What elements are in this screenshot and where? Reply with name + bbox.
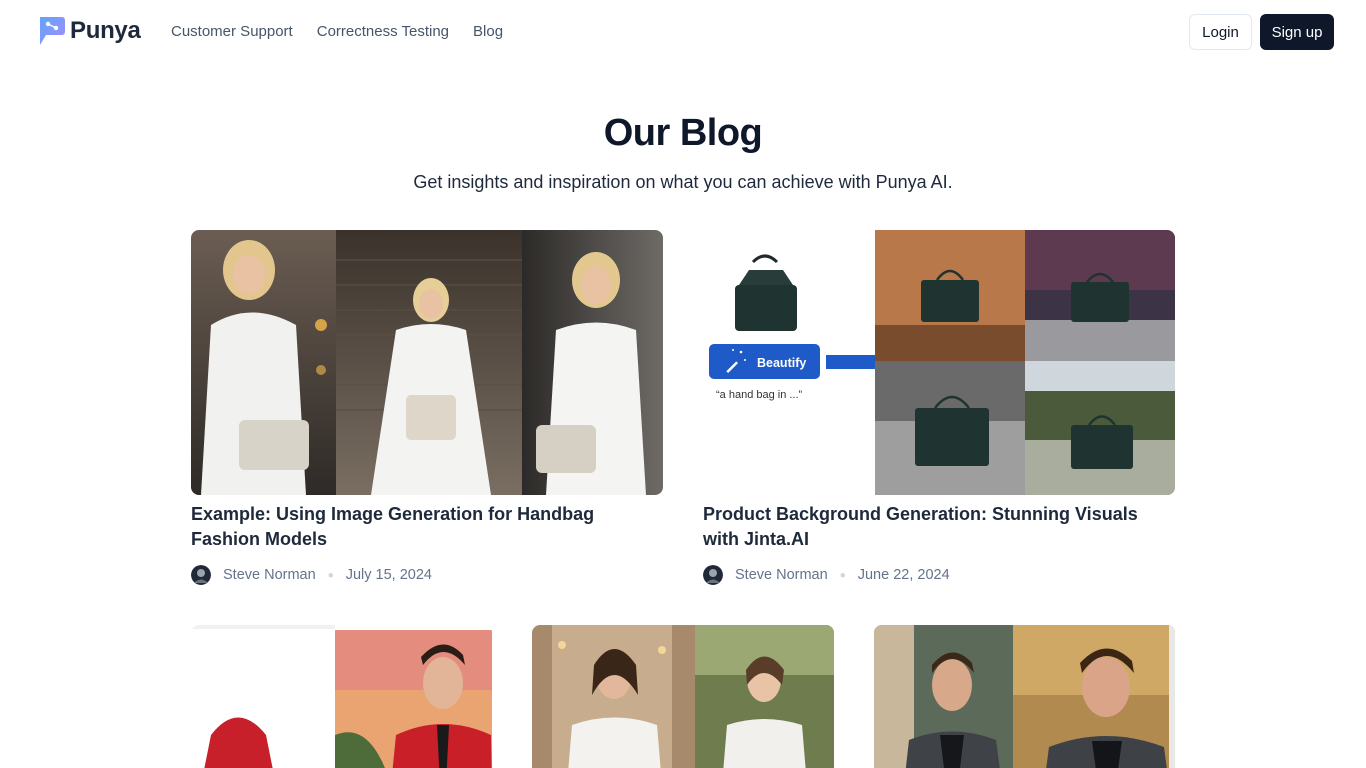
blog-post-card[interactable]: Beautify “a hand bag in ...” Product Bac… [703,230,1175,590]
main-nav: Customer Support Correctness Testing Blo… [171,22,503,42]
post-date: June 22, 2024 [857,567,950,583]
page-title: Our Blog [603,112,763,154]
post-meta: Steve Norman ● July 15, 2024 [191,565,432,585]
post-author: Steve Norman [735,567,828,583]
author-avatar [191,565,211,585]
product-background-image: Beautify “a hand bag in ...” [703,230,1175,495]
punya-logo-icon [40,17,65,45]
brand-logo[interactable]: Punya [38,15,141,47]
author-avatar [703,565,723,585]
blog-post-card[interactable] [874,625,1175,768]
post-author: Steve Norman [223,567,316,583]
nav-link-correctness-testing[interactable]: Correctness Testing [317,22,449,42]
beautify-label: Beautify [757,356,806,370]
fashion-models-image [191,230,663,495]
signup-button[interactable]: Sign up [1260,14,1334,50]
post-thumbnail[interactable] [191,230,663,495]
post-thumbnail[interactable] [874,625,1175,768]
meta-separator: ● [839,569,846,581]
blog-post-card[interactable] [532,625,834,768]
nav-link-customer-support[interactable]: Customer Support [171,22,293,42]
blog-post-card[interactable]: Example: Using Image Generation for Hand… [191,230,663,590]
men-blazer-image [874,625,1175,768]
post-thumbnail[interactable] [191,625,492,768]
blog-post-card[interactable] [191,625,492,768]
post-title[interactable]: Example: Using Image Generation for Hand… [191,502,663,552]
login-button[interactable]: Login [1189,14,1252,50]
site-header: Punya Customer Support Correctness Testi… [0,0,1366,64]
nav-link-blog[interactable]: Blog [473,22,503,42]
prompt-caption: “a hand bag in ...” [716,389,803,401]
post-title[interactable]: Product Background Generation: Stunning … [703,502,1175,552]
red-jacket-image [191,625,492,768]
white-dress-image [532,625,834,768]
page-subtitle: Get insights and inspiration on what you… [413,172,953,192]
post-meta: Steve Norman ● June 22, 2024 [703,565,950,585]
post-thumbnail[interactable] [532,625,834,768]
brand-name: Punya [70,17,141,44]
post-thumbnail[interactable]: Beautify “a hand bag in ...” [703,230,1175,495]
post-date: July 15, 2024 [345,567,432,583]
meta-separator: ● [327,569,334,581]
